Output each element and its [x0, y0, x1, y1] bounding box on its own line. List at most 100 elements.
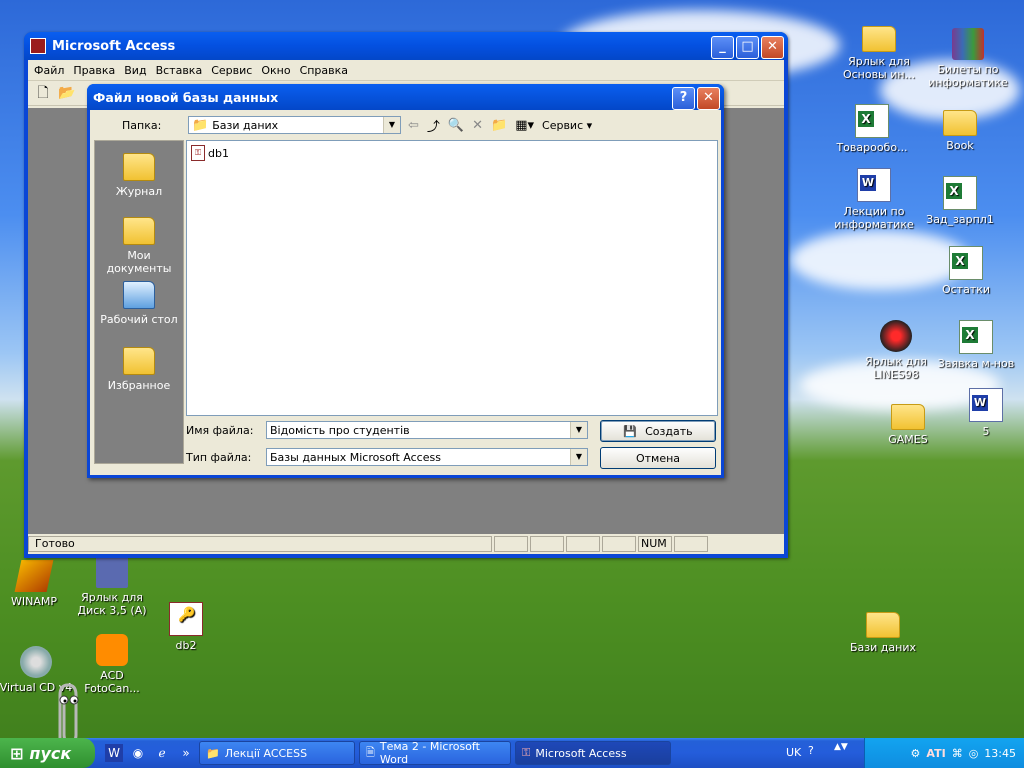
dialog-titlebar[interactable]: Файл новой базы данных	[87, 84, 724, 110]
minimize-button[interactable]: _	[711, 36, 734, 59]
access-file-icon	[169, 602, 203, 636]
ie-icon[interactable]: ℯ	[153, 744, 171, 762]
folder-icon	[891, 404, 925, 430]
service-menu[interactable]: Сервис ▾	[542, 119, 592, 132]
status-text: Готово	[28, 536, 492, 552]
maximize-button[interactable]: □	[736, 36, 759, 59]
folder-combo[interactable]: 📁 Бази даних ▼	[188, 116, 401, 134]
language-indicator[interactable]: UK	[786, 746, 801, 759]
status-cell	[602, 536, 636, 552]
cancel-button[interactable]: Отмена	[600, 447, 716, 469]
menu-edit[interactable]: Правка	[73, 64, 115, 77]
desktop-icon-book[interactable]: Book	[920, 104, 1000, 152]
access-title: Microsoft Access	[52, 38, 176, 54]
floppy-icon	[96, 556, 128, 588]
word-icon	[857, 168, 891, 202]
folder-icon	[943, 110, 977, 136]
excel-icon	[943, 176, 977, 210]
menu-help[interactable]: Справка	[300, 64, 348, 77]
desktop-icon-zad-zarpl[interactable]: Зад_зарпл1	[920, 176, 1000, 226]
place-favorites[interactable]: Избранное	[95, 347, 183, 392]
new-folder-icon[interactable]: 📁	[491, 118, 507, 133]
media-player-icon[interactable]: ◉	[129, 744, 147, 762]
create-button[interactable]: 💾 Создать	[600, 420, 716, 442]
my-documents-folder-icon	[123, 217, 155, 245]
archive-icon	[952, 28, 984, 60]
access-file-icon: ⚿	[191, 145, 205, 161]
delete-icon[interactable]: ✕	[472, 118, 483, 133]
menubar: Файл Правка Вид Вставка Сервис Окно Спра…	[28, 60, 784, 81]
folder-icon	[862, 26, 896, 52]
desktop-icon-lekcii[interactable]: Лекции по информатике	[834, 168, 914, 231]
desktop-icon-ostatki[interactable]: Остатки	[926, 246, 1006, 296]
dialog-close-button[interactable]: ✕	[697, 87, 720, 110]
tray-icon[interactable]: ⚙	[911, 747, 921, 760]
desktop-icon-winamp[interactable]: WINAMP	[0, 560, 74, 608]
access-titlebar[interactable]: Microsoft Access	[24, 32, 788, 60]
volume-icon[interactable]: ◎	[969, 747, 979, 760]
task-word[interactable]: 🗎 Тема 2 - Microsoft Word	[359, 740, 511, 766]
chevron-right-icon[interactable]: »	[177, 744, 195, 762]
access-app-icon	[30, 38, 46, 54]
filename-label: Имя файла:	[186, 424, 254, 437]
filename-input[interactable]: Відомість про студентів ▼	[266, 421, 588, 439]
search-web-icon[interactable]: 🔍	[448, 118, 464, 133]
new-database-dialog: Файл новой базы данных ? ✕ Папка: 📁 Бази…	[87, 84, 724, 478]
desktop-icon-db2[interactable]: db2	[146, 602, 226, 652]
clock: 13:45	[984, 746, 1016, 760]
file-list[interactable]: ⚿ db1	[186, 140, 718, 416]
cd-icon	[20, 646, 52, 678]
chevron-up-down-icon[interactable]: ▲▼	[834, 742, 848, 752]
excel-icon	[949, 246, 983, 280]
windows-logo-icon: ⊞	[10, 743, 24, 763]
desktop-icon	[123, 281, 155, 309]
chevron-down-icon[interactable]: ▼	[570, 422, 587, 438]
status-cell	[494, 536, 528, 552]
help-button[interactable]: ?	[672, 87, 695, 110]
chevron-down-icon[interactable]: ▼	[383, 117, 400, 133]
file-item[interactable]: ⚿ db1	[191, 145, 229, 161]
winamp-icon	[14, 560, 54, 592]
status-cell	[566, 536, 600, 552]
menu-insert[interactable]: Вставка	[156, 64, 203, 77]
place-history[interactable]: Журнал	[95, 153, 183, 198]
word-icon[interactable]: W	[105, 744, 123, 762]
desktop-icon-zayavka[interactable]: Заявка м-нов	[936, 320, 1016, 370]
status-num: NUM	[638, 536, 672, 552]
desktop-icon-shortcut-osnovy[interactable]: Ярлык для Основы ин...	[839, 20, 919, 81]
desktop-icon-tovaroobo[interactable]: Товарообо...	[832, 104, 912, 154]
lines-game-icon	[880, 320, 912, 352]
menu-view[interactable]: Вид	[124, 64, 146, 77]
place-desktop[interactable]: Рабочий стол	[95, 281, 183, 326]
statusbar: Готово NUM	[28, 534, 784, 554]
filetype-select[interactable]: Базы данных Microsoft Access ▼	[266, 448, 588, 466]
chevron-down-icon[interactable]: ▼	[570, 449, 587, 465]
desktop-icon-lines98[interactable]: Ярлык для LINES98	[856, 320, 936, 381]
desktop-icon-doc5[interactable]: 5	[946, 388, 1024, 438]
save-disk-icon: 💾	[623, 424, 638, 438]
menu-file[interactable]: Файл	[34, 64, 64, 77]
place-my-documents[interactable]: Мои документы	[95, 217, 183, 275]
access-icon: ⚿	[522, 746, 531, 759]
views-icon[interactable]: ▦▾	[515, 118, 534, 133]
desktop-icon-bazy-dannyh[interactable]: Бази даних	[843, 606, 923, 654]
start-button[interactable]: ⊞ пуск	[0, 738, 95, 768]
up-folder-icon[interactable]: ⤴	[427, 116, 440, 135]
desktop-icon-bilety[interactable]: Билеты по информатике	[928, 28, 1008, 89]
system-tray: ⚙ ATI ⌘ ◎ 13:45	[864, 738, 1024, 768]
back-icon[interactable]: ⇦	[408, 118, 419, 133]
task-access[interactable]: ⚿ Microsoft Access	[515, 741, 671, 765]
dialog-title: Файл новой базы данных	[93, 89, 279, 105]
open-folder-icon[interactable]: 📂	[58, 84, 76, 102]
task-lekcii[interactable]: 📁 Лекції ACCESS	[199, 741, 355, 765]
desktop-icon-games[interactable]: GAMES	[868, 398, 948, 446]
network-icon[interactable]: ⌘	[952, 747, 963, 760]
help-icon[interactable]: ?	[808, 744, 814, 757]
desktop-icon-disk35[interactable]: Ярлык для Диск 3,5 (A)	[72, 556, 152, 617]
ati-icon[interactable]: ATI	[926, 747, 945, 760]
menu-window[interactable]: Окно	[261, 64, 290, 77]
close-button[interactable]: ✕	[761, 36, 784, 59]
new-file-icon[interactable]: 🗋	[34, 84, 52, 102]
folder-icon	[866, 612, 900, 638]
menu-tools[interactable]: Сервис	[211, 64, 252, 77]
